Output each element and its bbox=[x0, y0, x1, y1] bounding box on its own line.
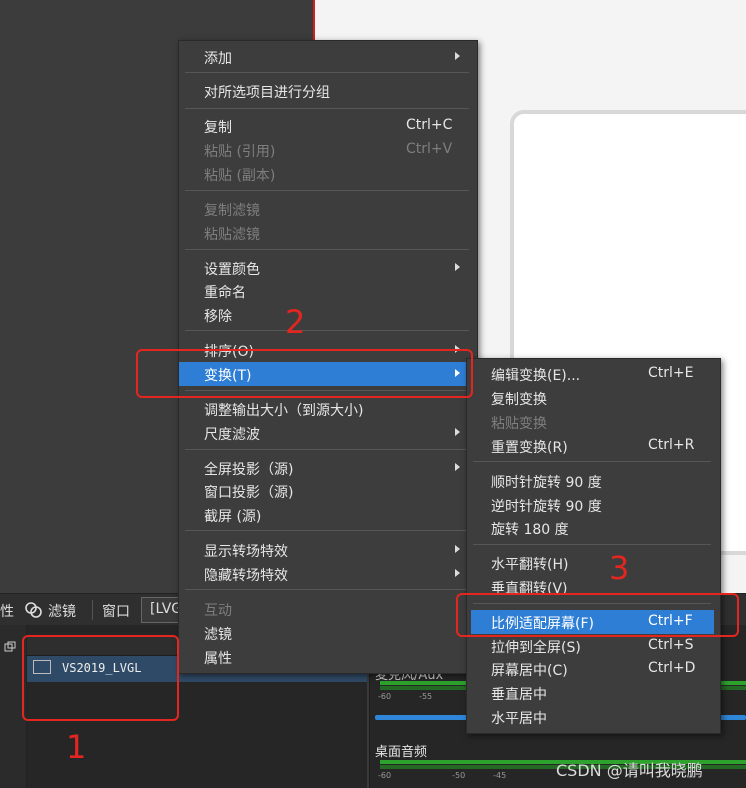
menu-item-hide-transition[interactable]: 隐藏转场特效 bbox=[179, 562, 477, 586]
transform-submenu: 编辑变换(E)... Ctrl+E 复制变换 粘贴变换 重置变换(R) Ctrl+R… bbox=[466, 358, 721, 734]
undock-icon[interactable] bbox=[4, 641, 16, 657]
submenu-arrow-icon bbox=[455, 428, 460, 436]
menu-item-fullscreen-projector[interactable]: 全屏投影（源) bbox=[179, 456, 477, 480]
menu-separator bbox=[185, 249, 469, 250]
submenu-item-rotate-180[interactable]: 旋转 180 度 bbox=[467, 516, 720, 540]
toolbar-divider bbox=[92, 600, 93, 620]
submenu-arrow-icon bbox=[455, 52, 460, 60]
menu-separator bbox=[473, 461, 711, 462]
menu-item-copy-filters: 复制滤镜 bbox=[204, 203, 260, 219]
menu-item-group[interactable]: 对所选项目进行分组 bbox=[179, 79, 477, 103]
window-label: 窗口 bbox=[102, 604, 130, 620]
submenu-item-rotate-ccw[interactable]: 逆时针旋转 90 度 bbox=[467, 493, 720, 517]
submenu-item-reset-transform[interactable]: 重置变换(R) Ctrl+R bbox=[467, 434, 720, 458]
filters-icon[interactable] bbox=[24, 600, 44, 624]
toolbar-fragment: 性 bbox=[0, 604, 14, 620]
menu-item-screenshot[interactable]: 截屏 (源) bbox=[179, 503, 477, 527]
submenu-item-center-h[interactable]: 水平居中 bbox=[467, 705, 720, 729]
mixer-track-desktop-label: 桌面音频 bbox=[375, 745, 428, 760]
annotation-box-2 bbox=[136, 349, 473, 398]
menu-item-set-color[interactable]: 设置颜色 bbox=[179, 256, 477, 280]
menu-item-copy[interactable]: 复制 Ctrl+C bbox=[179, 114, 477, 138]
submenu-arrow-icon bbox=[455, 463, 460, 471]
menu-item-paste-filters: 粘贴滤镜 bbox=[204, 227, 260, 243]
menu-item-interact: 互动 bbox=[204, 603, 232, 619]
menu-item-properties[interactable]: 属性 bbox=[179, 645, 477, 669]
mic-meter-ticks: -60 -55 bbox=[378, 692, 433, 701]
submenu-item-stretch[interactable]: 拉伸到全屏(S) Ctrl+S bbox=[467, 634, 720, 658]
submenu-item-flip-h[interactable]: 水平翻转(H) bbox=[467, 551, 720, 575]
menu-item-filters[interactable]: 滤镜 bbox=[179, 621, 477, 645]
menu-item-paste-ref: 粘贴 (引用) Ctrl+V bbox=[204, 141, 453, 160]
menu-separator bbox=[473, 544, 711, 545]
menu-separator bbox=[185, 589, 469, 590]
submenu-item-paste-transform: 粘贴变换 bbox=[491, 416, 547, 432]
desktop-meter-ticks: -60 -50 -45 bbox=[378, 771, 507, 780]
watermark: CSDN @请叫我晓鹏 bbox=[556, 761, 703, 780]
submenu-arrow-icon bbox=[455, 263, 460, 271]
annotation-number-3: 3 bbox=[609, 549, 630, 587]
submenu-item-center[interactable]: 屏幕居中(C) Ctrl+D bbox=[467, 657, 720, 681]
menu-item-paste-dup: 粘贴 (副本) bbox=[204, 168, 276, 184]
submenu-arrow-icon bbox=[455, 545, 460, 553]
annotation-box-3 bbox=[456, 593, 739, 637]
submenu-item-rotate-cw[interactable]: 顺时针旋转 90 度 bbox=[467, 469, 720, 493]
menu-item-scale-filter[interactable]: 尺度滤波 bbox=[179, 421, 477, 445]
menu-separator bbox=[185, 330, 469, 331]
submenu-item-center-v[interactable]: 垂直居中 bbox=[467, 681, 720, 705]
submenu-item-edit-transform[interactable]: 编辑变换(E)... Ctrl+E bbox=[467, 362, 720, 386]
menu-item-add[interactable]: 添加 bbox=[179, 45, 477, 69]
menu-separator bbox=[185, 190, 469, 191]
menu-item-resize-output[interactable]: 调整输出大小（到源大小) bbox=[179, 397, 477, 421]
menu-item-show-transition[interactable]: 显示转场特效 bbox=[179, 538, 477, 562]
menu-separator bbox=[185, 449, 469, 450]
submenu-item-copy-transform[interactable]: 复制变换 bbox=[467, 386, 720, 410]
filters-button[interactable]: 滤镜 bbox=[48, 601, 76, 621]
menu-item-rename[interactable]: 重命名 bbox=[179, 279, 477, 303]
menu-item-window-projector[interactable]: 窗口投影（源) bbox=[179, 479, 477, 503]
source-dropdown[interactable]: [LVG bbox=[141, 597, 182, 623]
annotation-box-1 bbox=[22, 635, 179, 721]
annotation-number-1: 1 bbox=[66, 728, 87, 766]
menu-separator bbox=[185, 530, 469, 531]
submenu-arrow-icon bbox=[455, 569, 460, 577]
menu-separator bbox=[185, 108, 469, 109]
menu-separator bbox=[185, 72, 469, 73]
annotation-number-2: 2 bbox=[285, 303, 306, 341]
menu-item-remove[interactable]: 移除 bbox=[179, 303, 477, 327]
